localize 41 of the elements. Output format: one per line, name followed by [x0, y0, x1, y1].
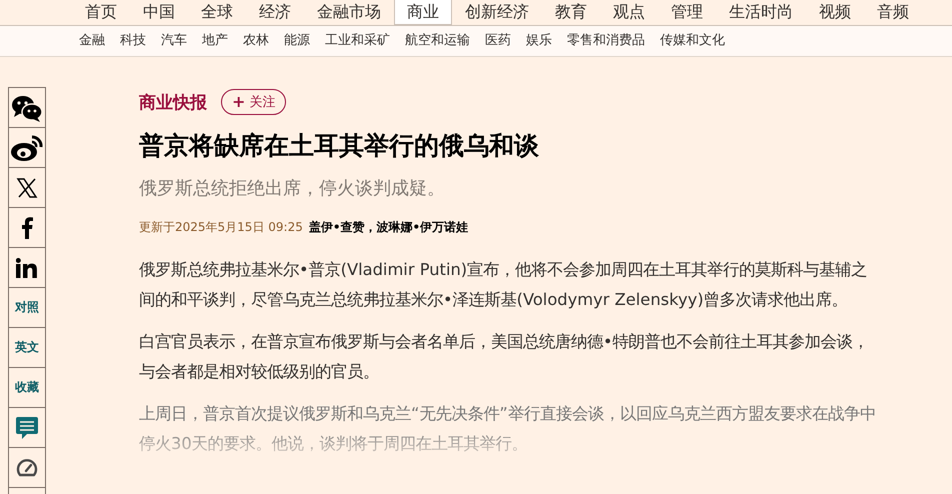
- subnav-link[interactable]: 传媒和文化: [660, 26, 725, 56]
- nav-tab[interactable]: 音频: [864, 0, 922, 25]
- article-subtitle: 俄罗斯总统拒绝出席，停火谈判成疑。: [139, 177, 446, 201]
- x-logo-icon[interactable]: [16, 178, 38, 198]
- subnav-link[interactable]: 零售和消费品: [567, 26, 645, 56]
- subnav-link[interactable]: 地产: [202, 26, 228, 56]
- update-time: 更新于2025年5月15日 09:25: [139, 219, 303, 235]
- author-names[interactable]: 盖伊•查赞，波琳娜•伊万诺娃: [308, 219, 468, 235]
- nav-tab[interactable]: 观点: [600, 0, 658, 25]
- weibo-icon[interactable]: [11, 135, 43, 160]
- nav-tab[interactable]: 视频: [806, 0, 864, 25]
- nav-tab[interactable]: 教育: [542, 0, 600, 25]
- wechat-icon[interactable]: [12, 96, 43, 122]
- nav-tab[interactable]: 首页: [72, 0, 130, 25]
- subnav-link[interactable]: 娱乐: [526, 26, 552, 56]
- nav-tab[interactable]: 中国: [130, 0, 188, 25]
- linkedin-icon[interactable]: [16, 258, 37, 278]
- comment-icon[interactable]: [16, 416, 38, 438]
- subnav-link[interactable]: 农林: [243, 26, 269, 56]
- nav-tab[interactable]: 经济: [246, 0, 304, 25]
- subnav-link[interactable]: 能源: [284, 26, 310, 56]
- subnav-link[interactable]: 航空和运输: [405, 26, 470, 56]
- subnav-link[interactable]: 医药: [485, 26, 511, 56]
- facebook-icon[interactable]: [22, 216, 33, 238]
- nav-tab[interactable]: 金融市场: [304, 0, 394, 25]
- article-paragraph: 白宫官员表示，在普京宣布俄罗斯与会者名单后，美国总统唐纳德•特朗普也不会前往土耳其参加会谈，与会者都是相对较低级别的官员。: [139, 331, 870, 383]
- subnav-link[interactable]: 工业和采矿: [325, 26, 390, 56]
- subnav-link[interactable]: 科技: [120, 26, 146, 56]
- category-label[interactable]: 商业快报: [139, 90, 207, 114]
- follow-button[interactable]: + 关注: [221, 89, 286, 115]
- article-paragraph: 俄罗斯总统弗拉基米尔•普京(Vladimir Putin)宣布，他将不会参加周四在土耳其举行的莫斯科与基辅之间的和平谈判，尽管乌克兰总统弗拉基米尔•泽连斯基(Volodymyr Zelenskyy)曾多次请求他出席。: [139, 259, 868, 311]
- subnav-link[interactable]: 金融: [79, 26, 105, 56]
- nav-tab[interactable]: 创新经济: [452, 0, 542, 25]
- gauge-icon[interactable]: [16, 458, 38, 476]
- nav-tab[interactable]: 商业: [394, 0, 452, 25]
- article-title: 普京将缺席在土耳其举行的俄乌和谈: [139, 130, 540, 162]
- nav-tab[interactable]: 生活时尚: [716, 0, 806, 25]
- article-paragraph: 上周日，普京首次提议俄罗斯和乌克兰“无先决条件”举行直接会谈，以回应乌克兰西方盟友要求在战争中停火30天的要求。他说，谈判将于周四在土耳其举行。: [139, 403, 877, 455]
- subnav-link[interactable]: 汽车: [161, 26, 187, 56]
- nav-tab[interactable]: 全球: [188, 0, 246, 25]
- nav-tab[interactable]: 管理: [658, 0, 716, 25]
